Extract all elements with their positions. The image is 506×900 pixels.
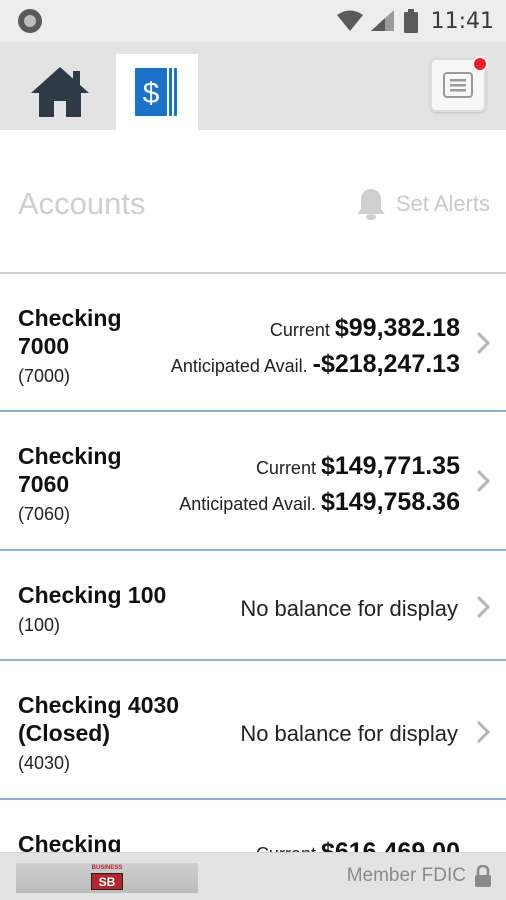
member-fdic-label: Member FDIC [346,865,466,886]
set-alerts-button[interactable]: Set Alerts [356,186,490,222]
bank-logo: BUSINESS SB [16,863,198,893]
account-row[interactable]: Checking Current $616,469.00 [0,800,506,852]
account-name: Checking 100 [18,582,167,608]
current-value: $149,771.35 [320,452,460,480]
wifi-icon [336,10,363,31]
status-time: 11:41 [430,8,494,34]
current-value: $99,382.18 [334,314,460,342]
account-row[interactable]: Checking 7060 (7060) Current $149,771.35… [0,412,506,551]
current-label: Current [269,320,330,340]
notification-dot-icon [18,9,42,33]
home-icon [31,67,89,117]
battery-icon [403,9,418,33]
logo-box: SB [91,873,123,890]
logo-text: SB [98,874,116,889]
no-balance-text: No balance for display [240,596,458,621]
anticipated-label: Anticipated Avail. [179,494,316,514]
account-name-line2: (Closed) [18,720,110,746]
current-value: $616,469.00 [320,838,460,852]
anticipated-balance: Anticipated Avail. $149,758.36 [179,488,460,517]
logo-top-text: BUSINESS [91,865,123,871]
svg-text:$: $ [143,77,160,110]
anticipated-balance: Anticipated Avail. -$218,247.13 [171,350,460,379]
account-number: (100) [18,615,61,635]
current-balance: Current $616,469.00 [256,838,460,852]
account-name-line1: Checking [18,305,122,331]
account-number: (7060) [18,504,71,524]
page-title: Accounts [18,186,146,221]
dollar-cards-icon: $ [133,66,179,118]
footer: BUSINESS SB Member FDIC [0,852,506,900]
chevron-right-icon [476,595,491,619]
chevron-right-icon [476,720,491,744]
tab-accounts[interactable]: $ [116,54,198,130]
anticipated-value: -$218,247.13 [312,350,460,378]
current-label: Current [255,458,316,478]
chevron-right-icon [476,331,491,355]
current-balance: Current $149,771.35 [256,452,460,481]
no-balance-text: No balance for display [240,721,458,746]
chevron-right-icon [476,469,491,493]
status-bar: 11:41 [0,0,506,42]
signal-icon [370,10,394,31]
menu-button[interactable] [430,56,488,112]
account-name-line1: Checking [18,831,122,852]
tab-header: $ [0,42,506,130]
menu-icon [443,72,473,98]
account-list[interactable]: Checking 7000 (7000) Current $99,382.18 … [0,274,506,852]
account-name-line2: 7060 [18,471,70,497]
account-name-line2: 7000 [18,333,70,359]
set-alerts-label: Set Alerts [395,191,490,216]
member-fdic: Member FDIC [347,865,492,887]
tab-home[interactable] [18,54,102,130]
current-balance: Current $99,382.18 [270,314,460,343]
account-row[interactable]: Checking 7000 (7000) Current $99,382.18 … [0,274,506,412]
bell-icon [356,189,385,220]
page-header: Accounts Set Alerts [0,130,506,274]
current-label: Current [256,844,316,852]
anticipated-value: $149,758.36 [320,488,460,516]
account-number: (4030) [18,753,71,773]
logo-mark: BUSINESS SB [88,865,126,891]
lock-icon [475,865,491,887]
account-number: (7000) [18,366,71,386]
account-row[interactable]: Checking 100 (100) No balance for displa… [0,551,506,661]
account-name-line1: Checking [18,443,122,469]
notification-badge [472,56,488,72]
account-row[interactable]: Checking 4030 (Closed) (4030) No balance… [0,661,506,800]
status-icons: 11:41 [336,6,494,36]
account-name-line1: Checking 4030 [18,692,180,718]
anticipated-label: Anticipated Avail. [170,356,308,376]
